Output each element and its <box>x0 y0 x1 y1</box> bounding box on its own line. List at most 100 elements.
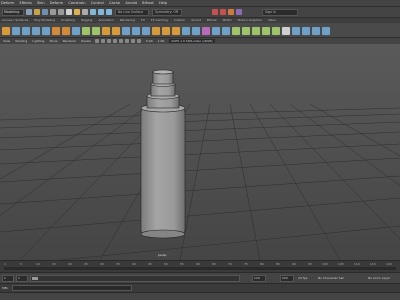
text-icon[interactable] <box>52 26 60 35</box>
menu-arnold[interactable]: Arnold <box>125 1 137 5</box>
extrude-icon[interactable] <box>122 26 130 35</box>
panel-menu-renderer[interactable]: Renderer <box>63 39 77 43</box>
live-surface-field[interactable]: No Live Surface <box>115 8 149 16</box>
xray-icon[interactable] <box>136 39 141 43</box>
smooth-icon[interactable] <box>102 26 110 35</box>
center-pivot-icon[interactable] <box>262 26 270 35</box>
cone-icon[interactable] <box>42 26 50 35</box>
end-range-field[interactable]: 120 <box>252 275 266 282</box>
target-weld-icon[interactable] <box>162 26 170 35</box>
menuset-dropdown[interactable]: Modeling <box>2 8 24 16</box>
cube-icon[interactable] <box>22 26 30 35</box>
command-input[interactable] <box>12 285 132 291</box>
soft-edge-icon[interactable] <box>232 26 240 35</box>
select-object-icon[interactable] <box>74 9 80 15</box>
sculpt-icon[interactable] <box>322 26 330 35</box>
shelf-tab[interactable]: Animation <box>96 18 113 23</box>
shelf-tab[interactable]: Motion Graphics <box>235 18 261 23</box>
retopo-icon[interactable] <box>302 26 310 35</box>
shelf-tab[interactable]: Rendering <box>118 18 135 23</box>
panel-menu-show[interactable]: Show <box>49 39 57 43</box>
shelf-tab[interactable]: Rigging <box>79 18 92 23</box>
panel-menu-view[interactable]: View <box>3 39 10 43</box>
normals-icon[interactable] <box>252 26 260 35</box>
lights-icon[interactable] <box>118 39 123 43</box>
wireframe-icon[interactable] <box>100 39 105 43</box>
camera-icon[interactable] <box>94 39 99 43</box>
redo-icon[interactable] <box>58 9 64 15</box>
menu-constrain[interactable]: Constrain <box>68 1 85 5</box>
shelf-tab[interactable]: Custom <box>172 18 186 23</box>
boolean-icon[interactable] <box>112 26 120 35</box>
menu-bifrost[interactable]: Bifrost <box>142 1 154 5</box>
freeze-transform-icon[interactable] <box>272 26 280 35</box>
select-component-icon[interactable] <box>82 9 88 15</box>
range-track[interactable] <box>30 275 240 282</box>
menu-help[interactable]: Help <box>159 1 167 5</box>
timeline-track[interactable] <box>4 267 396 270</box>
shadows-icon[interactable] <box>124 39 129 43</box>
fps-dropdown[interactable]: 24 fps <box>298 276 307 280</box>
combine-icon[interactable] <box>82 26 90 35</box>
bridge-icon[interactable] <box>132 26 140 35</box>
shelf-tab[interactable]: Arnold <box>189 18 201 23</box>
delete-history-icon[interactable] <box>282 26 290 35</box>
hard-edge-icon[interactable] <box>242 26 250 35</box>
spray-bottle-model[interactable] <box>140 69 186 239</box>
quad-draw-icon[interactable] <box>312 26 320 35</box>
menu-deform[interactable]: Deform <box>1 1 14 5</box>
menu-control[interactable]: Control <box>91 1 104 5</box>
new-scene-icon[interactable] <box>26 9 32 15</box>
uv-editor-icon[interactable] <box>202 26 210 35</box>
menu-effects[interactable]: Effects <box>20 1 32 5</box>
render-icon[interactable] <box>212 9 218 15</box>
colorspace-dropdown[interactable]: ACES 1.0 SDR-video (sRGB) <box>169 39 215 43</box>
panel-menu-lighting[interactable]: Lighting <box>32 39 44 43</box>
sphere-icon[interactable] <box>12 26 20 35</box>
shelf-tab[interactable]: Poly Modeling <box>32 18 55 23</box>
mel-label[interactable]: MEL <box>2 286 8 290</box>
viewport-persp[interactable]: persp <box>0 44 400 260</box>
menu-deform-2[interactable]: Deform <box>50 1 63 5</box>
cylinder-icon[interactable] <box>32 26 40 35</box>
character-set-dropdown[interactable]: No Character Set <box>318 276 344 280</box>
snap-curve-icon[interactable] <box>98 9 104 15</box>
gamma-field[interactable]: 0.00 <box>146 39 153 43</box>
shelf-tab[interactable]: Bifrost <box>205 18 217 23</box>
anim-layer-dropdown[interactable]: No Anim Layer <box>368 276 390 280</box>
panel-menu-shading[interactable]: Shading <box>15 39 27 43</box>
shelf-tab[interactable]: XGen <box>266 18 276 23</box>
snap-grid-icon[interactable] <box>90 9 96 15</box>
shelf-tab[interactable]: FX <box>139 18 145 23</box>
smooth-shade-icon[interactable] <box>106 39 111 43</box>
fill-hole-icon[interactable] <box>182 26 190 35</box>
ipr-render-icon[interactable] <box>220 9 226 15</box>
symmetry-field[interactable]: Symmetry: Off <box>152 8 182 16</box>
menu-cache[interactable]: Cache <box>109 1 120 5</box>
save-scene-icon[interactable] <box>42 9 48 15</box>
open-scene-icon[interactable] <box>34 9 40 15</box>
multi-cut-icon[interactable] <box>152 26 160 35</box>
shelf-tab[interactable]: Curves / Surfaces <box>0 18 28 23</box>
bevel-icon[interactable] <box>142 26 150 35</box>
plane-icon[interactable] <box>62 26 70 35</box>
disc-icon[interactable] <box>72 26 80 35</box>
end-frame-field[interactable]: 200 <box>280 275 294 282</box>
planar-map-icon[interactable] <box>212 26 220 35</box>
exposure-field[interactable]: 1.00 <box>158 39 165 43</box>
isolate-icon[interactable] <box>130 39 135 43</box>
undo-icon[interactable] <box>50 9 56 15</box>
range-handle[interactable] <box>32 277 38 280</box>
mirror-icon[interactable] <box>192 26 200 35</box>
time-slider[interactable]: 1 5 10 15 20 25 30 35 40 45 50 55 60 65 … <box>0 260 400 272</box>
snap-point-icon[interactable] <box>106 9 112 15</box>
shelf-tab[interactable]: MASH <box>221 18 232 23</box>
menu-skin[interactable]: Skin <box>37 1 45 5</box>
hypershade-icon[interactable] <box>236 9 242 15</box>
textured-icon[interactable] <box>112 39 117 43</box>
start-frame-field[interactable]: 1 <box>2 275 14 282</box>
shelf-tab[interactable]: Sculpting <box>59 18 75 23</box>
reduce-icon[interactable] <box>292 26 300 35</box>
select-hierarchy-icon[interactable] <box>66 9 72 15</box>
sign-in-field[interactable]: Sign In <box>262 8 298 16</box>
